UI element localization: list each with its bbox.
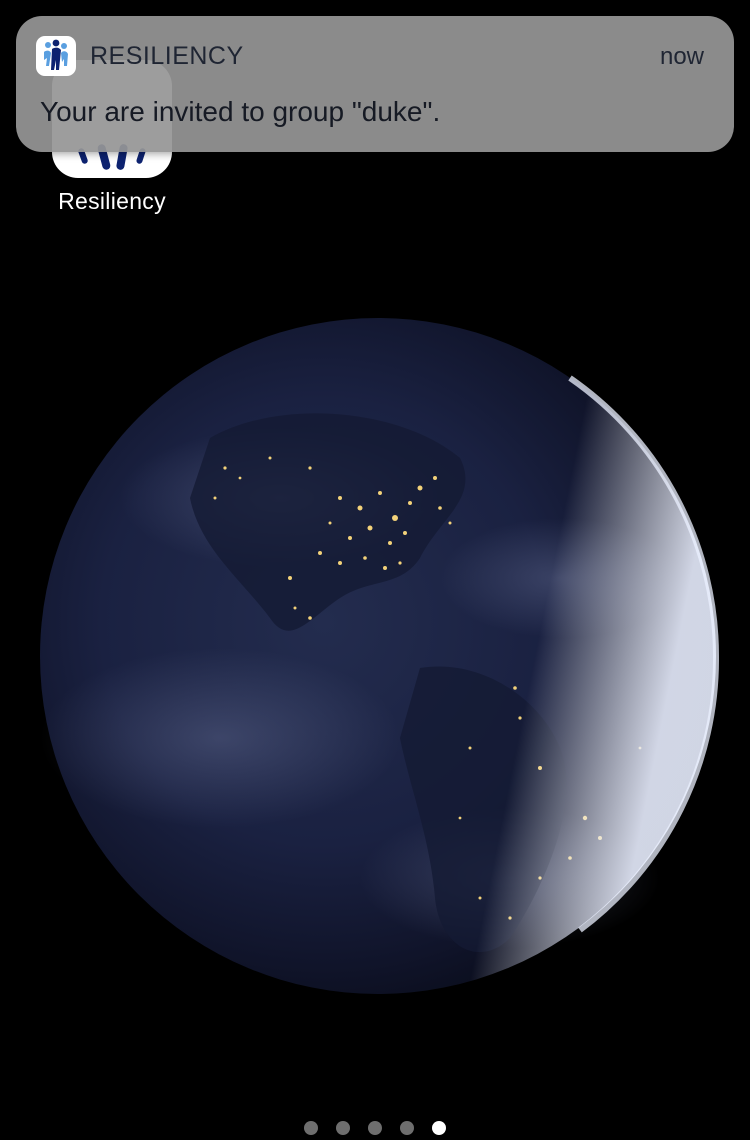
page-dot[interactable] [336, 1121, 350, 1135]
page-dot[interactable] [368, 1121, 382, 1135]
notification-app-name: RESILIENCY [90, 42, 244, 70]
people-group-icon [36, 36, 76, 76]
page-dot-current[interactable] [432, 1121, 446, 1135]
home-screen: Resiliency RESILIENCY now Your are invit… [0, 0, 750, 1140]
notification-banner[interactable]: RESILIENCY now Your are invited to group… [16, 16, 734, 152]
app-label: Resiliency [58, 188, 166, 214]
notification-time: now [659, 43, 704, 70]
page-dot[interactable] [400, 1121, 414, 1135]
notification-message: Your are invited to group "duke". [40, 96, 441, 127]
earth-wallpaper [40, 318, 720, 994]
page-dot[interactable] [304, 1121, 318, 1135]
page-indicator[interactable] [0, 1121, 750, 1137]
